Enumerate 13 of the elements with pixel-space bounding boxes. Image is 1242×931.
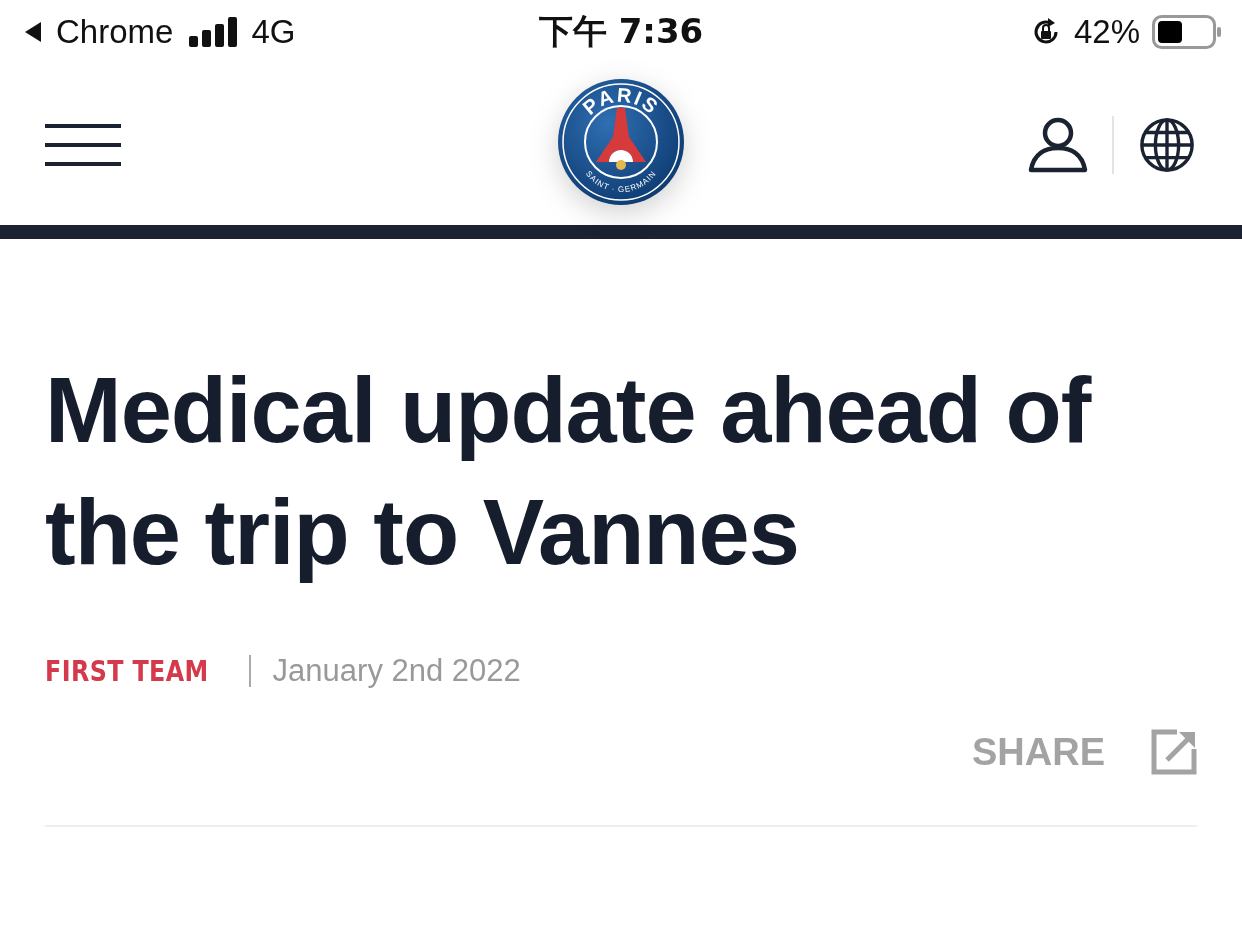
network-label: 4G (251, 13, 296, 51)
globe-icon[interactable] (1138, 115, 1196, 174)
share-icon (1151, 729, 1197, 775)
signal-icon (189, 17, 240, 47)
back-app-label[interactable]: Chrome (56, 13, 174, 51)
article-title: Medical update ahead of the trip to Vannes (45, 358, 1093, 585)
menu-icon[interactable] (45, 123, 121, 166)
account-icon[interactable] (1028, 116, 1088, 173)
publish-date: January 2nd 2022 (272, 653, 521, 689)
clock: 下午 7:36 (538, 10, 704, 53)
battery-percent: 42% (1073, 13, 1140, 51)
battery-icon (1152, 15, 1222, 49)
category-link[interactable]: FIRST TEAM (45, 654, 209, 688)
